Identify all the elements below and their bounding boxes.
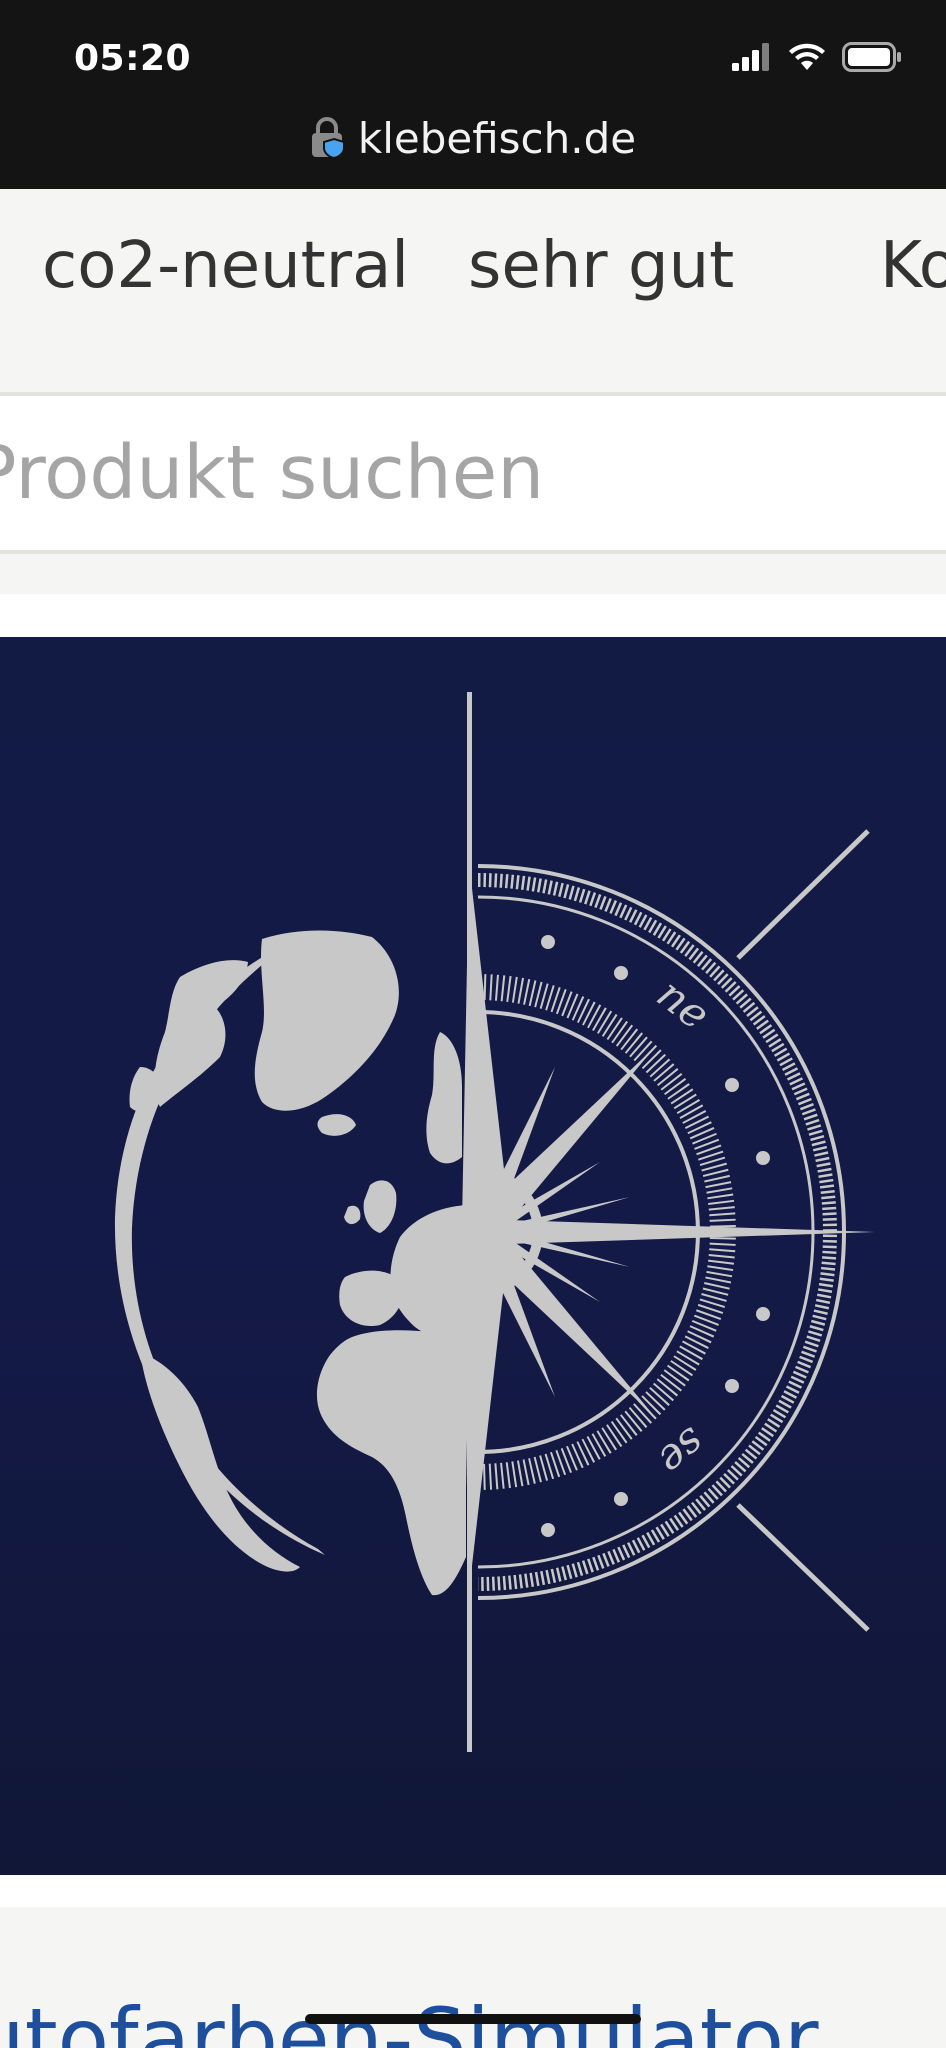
status-time: 05:20 [74,38,192,79]
status-bar: 05:20 klebefisch.de [0,0,946,189]
section-divider [0,554,946,594]
compass-star [478,1047,875,1417]
battery-icon [842,42,901,72]
trust-item-partial: Ko [880,229,946,303]
trust-item-co2-neutral: co2-neutral [42,229,410,303]
compass-label-ne: ne [648,969,719,1040]
page: 05:20 klebefisch.de co2-neutral sehr gut… [0,0,946,2048]
search-bar [0,396,946,554]
globe-icon [114,930,466,1596]
lock-shield-icon [311,117,345,159]
status-icons [732,42,902,72]
search-input[interactable] [0,396,946,550]
url-text: klebefisch.de [357,113,637,163]
trust-item-rating: sehr gut [468,229,735,303]
globe-compass-illustration: ne se [114,692,875,1752]
hero-banner[interactable]: ne se [0,637,946,1875]
trust-bar: co2-neutral sehr gut Ko [0,189,946,396]
wifi-icon [789,43,825,70]
url-bar[interactable]: klebefisch.de [0,108,946,168]
signal-bars-icon [732,43,769,71]
home-indicator [305,2014,641,2024]
